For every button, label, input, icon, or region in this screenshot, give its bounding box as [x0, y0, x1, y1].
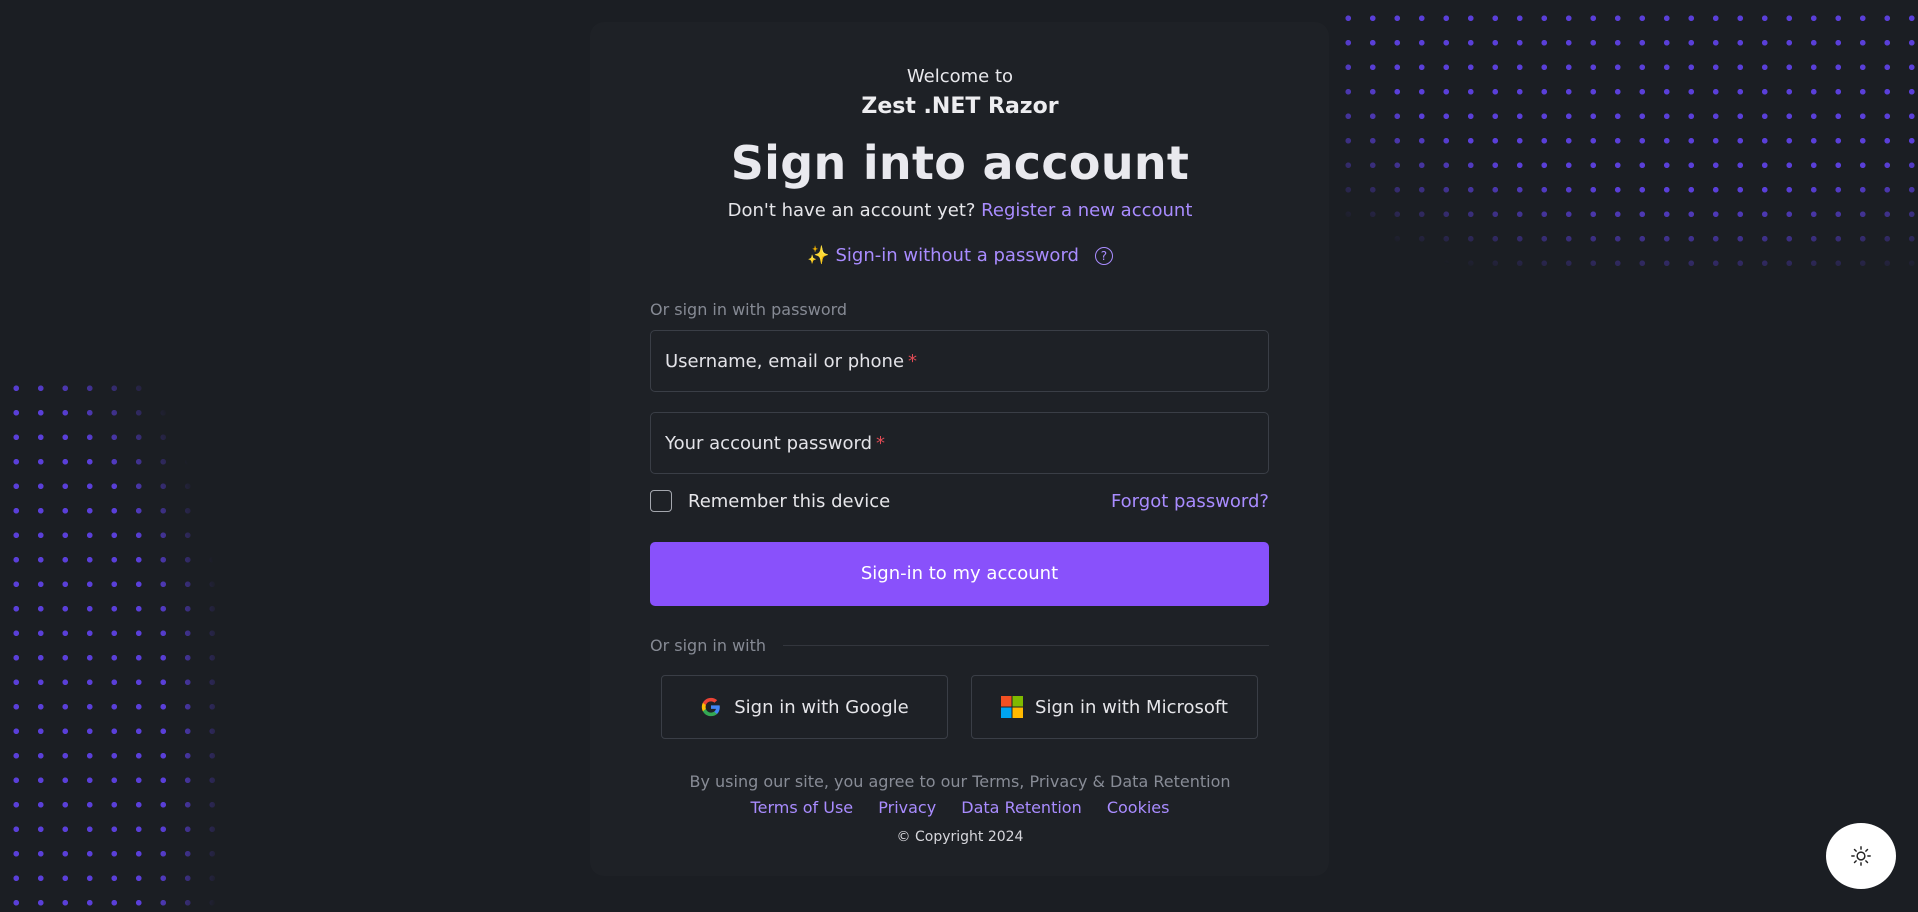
copyright: © Copyright 2024 [896, 829, 1024, 845]
microsoft-icon [1001, 696, 1024, 718]
required-marker: * [876, 433, 886, 454]
remember-device-checkbox[interactable] [650, 490, 672, 512]
dot-pattern-top-right [1330, 0, 1918, 268]
sun-icon [1851, 846, 1871, 866]
sign-in-page: Welcome to Zest .NET Razor Sign into acc… [0, 0, 1918, 912]
username-field-label: Username, email or phone * [665, 351, 918, 372]
divider [783, 645, 1269, 646]
dot-pattern-bottom-left [0, 372, 240, 912]
register-line: Don't have an account yet? Register a ne… [650, 200, 1270, 221]
register-prompt: Don't have an account yet? [727, 200, 976, 221]
passwordless-sign-in-link[interactable]: Sign-in without a password [835, 245, 1078, 266]
register-link[interactable]: Register a new account [981, 200, 1192, 221]
password-section-label: Or sign in with password [650, 300, 848, 319]
page-title: Sign into account [730, 136, 1190, 190]
required-marker: * [908, 351, 918, 372]
passwordless-row: ✨ Sign-in without a password? [650, 245, 1270, 266]
question-circle-icon[interactable]: ? [1094, 247, 1113, 265]
app-name: Zest .NET Razor [861, 94, 1059, 119]
password-field[interactable]: Your account password * [650, 412, 1269, 474]
privacy-link[interactable]: Privacy [878, 798, 936, 817]
terms-notice: By using our site, you agree to our Term… [689, 772, 1231, 791]
terms-of-use-link[interactable]: Terms of Use [751, 798, 854, 817]
microsoft-sign-in-button[interactable]: Sign in with Microsoft [971, 675, 1258, 739]
cookies-link[interactable]: Cookies [1107, 798, 1170, 817]
microsoft-sign-in-label: Sign in with Microsoft [1035, 696, 1228, 718]
theme-toggle-button[interactable] [1826, 823, 1896, 889]
google-sign-in-button[interactable]: Sign in with Google [661, 675, 948, 739]
data-retention-link[interactable]: Data Retention [961, 798, 1081, 817]
social-section-label: Or sign in with [650, 636, 767, 655]
sign-in-button[interactable]: Sign-in to my account [650, 542, 1269, 606]
google-sign-in-label: Sign in with Google [734, 696, 909, 718]
welcome-text: Welcome to [906, 66, 1014, 87]
password-field-label: Your account password * [665, 433, 886, 454]
forgot-password-link[interactable]: Forgot password? [1111, 491, 1269, 512]
username-field[interactable]: Username, email or phone * [650, 330, 1269, 392]
remember-device-label[interactable]: Remember this device [688, 491, 890, 512]
footer-links: Terms of Use Privacy Data Retention Cook… [650, 798, 1270, 817]
sparkle-icon: ✨ [807, 245, 830, 266]
google-icon [702, 697, 721, 717]
